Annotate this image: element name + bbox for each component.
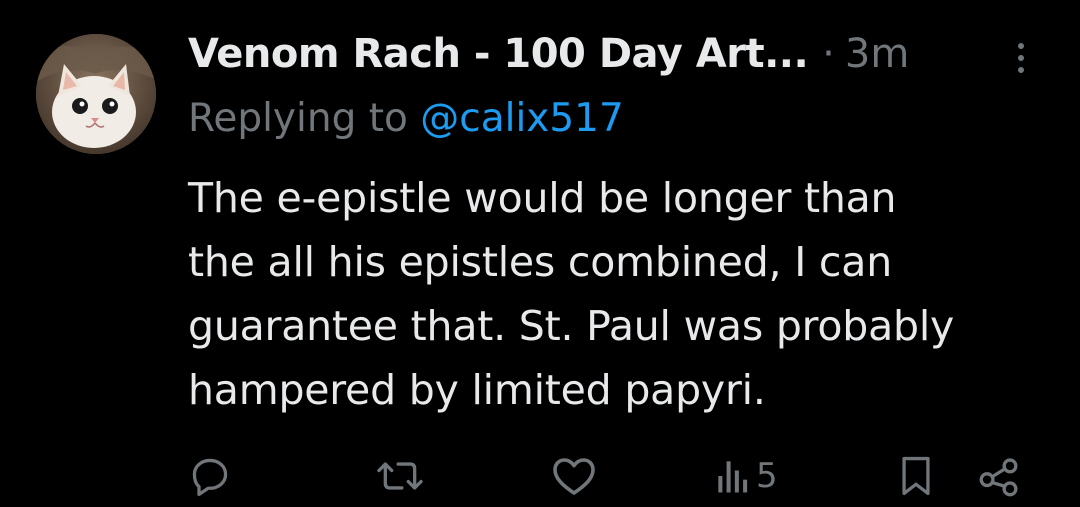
tweet-text: The e-epistle would be longer than the a… xyxy=(188,166,1048,422)
tweet-text-line: The e-epistle would be longer than xyxy=(188,174,897,222)
more-options-button[interactable] xyxy=(1004,36,1038,80)
reply-button[interactable] xyxy=(188,454,232,498)
like-button[interactable] xyxy=(550,454,598,498)
retweet-icon xyxy=(377,462,423,490)
reply-icon xyxy=(192,458,228,496)
bookmark-icon xyxy=(902,456,930,496)
share-button[interactable] xyxy=(976,454,1022,498)
views-bar-chart-icon xyxy=(718,461,748,493)
heart-icon xyxy=(553,458,595,495)
more-dot-icon xyxy=(1018,43,1024,49)
tweet-text-line: guarantee that. St. Paul was probably xyxy=(188,302,955,350)
bookmark-button[interactable] xyxy=(898,454,934,498)
avatar[interactable] xyxy=(36,34,156,154)
more-dot-icon xyxy=(1018,55,1024,61)
separator-dot: · xyxy=(822,31,835,77)
retweet-button[interactable] xyxy=(376,454,424,498)
reply-handle-link[interactable]: @calix517 xyxy=(420,96,624,141)
display-name[interactable]: Venom Rach - 100 Day Art... xyxy=(188,31,809,77)
views-count: 5 xyxy=(756,456,778,496)
views-button[interactable]: 5 xyxy=(716,454,778,498)
tweet-text-line: the all his epistles combined, I can xyxy=(188,238,892,286)
tweet[interactable]: Venom Rach - 100 Day Art... · 3m Replyin… xyxy=(0,0,1080,507)
reply-prefix: Replying to xyxy=(188,96,408,141)
timestamp[interactable]: 3m xyxy=(845,31,909,77)
share-icon xyxy=(979,458,1018,497)
tweet-text-line: hampered by limited papyri. xyxy=(188,366,766,414)
replying-to: Replying to @calix517 xyxy=(188,96,624,141)
more-dot-icon xyxy=(1018,67,1024,73)
action-bar: 5 xyxy=(0,448,1080,504)
tweet-header: Venom Rach - 100 Day Art... · 3m xyxy=(188,24,909,84)
kitten-avatar-image xyxy=(36,34,156,154)
